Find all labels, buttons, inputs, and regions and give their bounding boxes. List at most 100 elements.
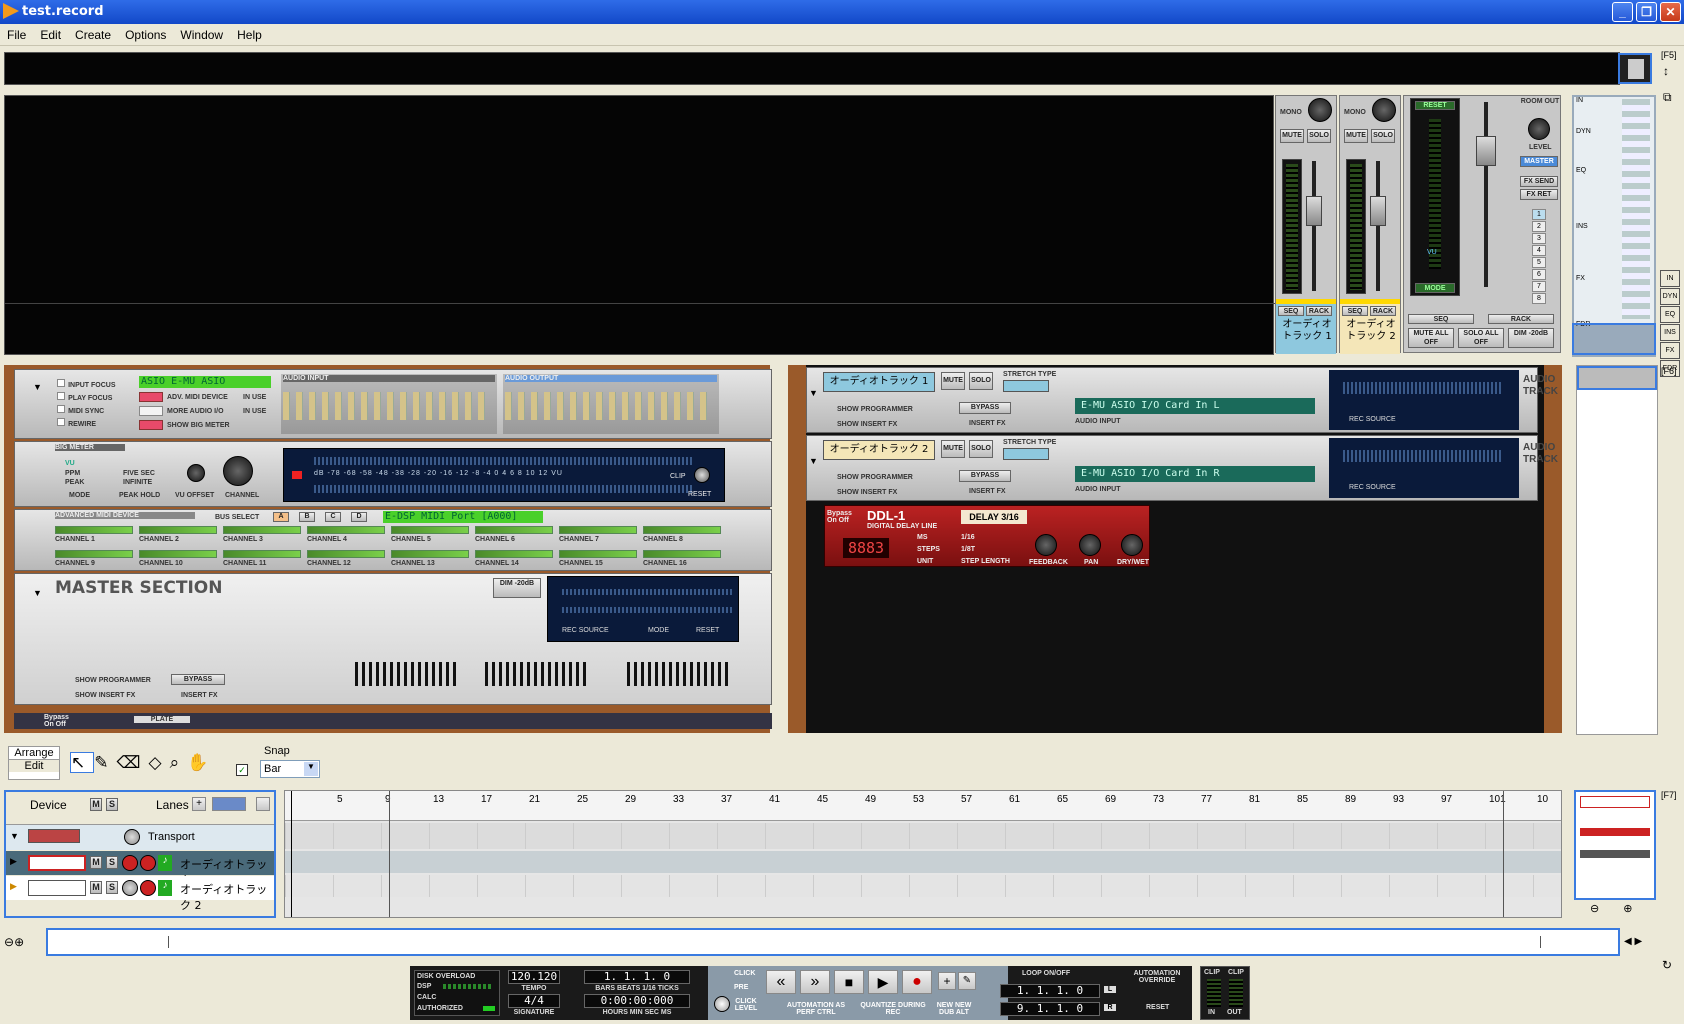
tab-in[interactable]: IN bbox=[1660, 270, 1680, 287]
tab-fx[interactable]: FX bbox=[1660, 342, 1680, 359]
loop-toggle[interactable]: LOOP ON/OFF bbox=[1022, 970, 1070, 977]
song-position-line[interactable] bbox=[291, 791, 292, 917]
tab-dyn[interactable]: DYN bbox=[1660, 288, 1680, 305]
mute-all-button[interactable]: M bbox=[90, 798, 102, 811]
new-alt-button[interactable]: ✎ bbox=[958, 972, 976, 990]
automation-perf-ctrl[interactable]: AUTOMATION AS PERF CTRL bbox=[780, 1002, 852, 1016]
lane-delete-icon[interactable] bbox=[256, 797, 270, 811]
track-row-audio-1[interactable]: ▶ M S ♪ オーディオトラック 1 bbox=[6, 851, 274, 887]
refresh-icon[interactable]: ↻ bbox=[1662, 958, 1672, 972]
midi-channel-2[interactable]: CHANNEL 2 bbox=[139, 526, 217, 546]
mute-button[interactable]: MUTE bbox=[1344, 129, 1368, 143]
close-button[interactable]: ✕ bbox=[1660, 2, 1681, 22]
sequencer-navigator[interactable] bbox=[1574, 790, 1656, 900]
zoom-in-icon[interactable]: ⊕ bbox=[14, 935, 24, 949]
bypass-button[interactable]: BYPASS bbox=[171, 674, 225, 685]
vu-offset-knob[interactable] bbox=[187, 464, 205, 482]
ruler[interactable]: 5 9 13 17 21 25 29 33 37 41 45 49 53 57 61 65 69 73 77 81 85… bbox=[285, 791, 1561, 821]
midi-channel-6[interactable]: CHANNEL 6 bbox=[475, 526, 553, 546]
zoom-out-icon[interactable]: ⊖ bbox=[1590, 903, 1599, 915]
channel-fader[interactable] bbox=[1370, 196, 1386, 226]
rack-navigator[interactable] bbox=[1576, 365, 1658, 735]
more-audio-led[interactable] bbox=[139, 406, 163, 416]
peak-hold-button[interactable]: PEAK HOLD bbox=[119, 492, 160, 499]
fx-send-4[interactable]: 4 bbox=[1532, 245, 1546, 256]
record-enable-icon[interactable] bbox=[140, 880, 156, 896]
room-out-knob[interactable] bbox=[1528, 118, 1550, 140]
edit-mode[interactable]: Edit bbox=[9, 760, 59, 772]
song-position-display[interactable]: 1. 1. 1. 0 bbox=[584, 970, 690, 984]
midi-channel-5[interactable]: CHANNEL 5 bbox=[391, 526, 469, 546]
eighth-triplet-option[interactable]: 1/8T bbox=[961, 546, 975, 553]
midi-channel-11[interactable]: CHANNEL 11 bbox=[223, 550, 301, 570]
menu-create[interactable]: Create bbox=[68, 24, 118, 42]
left-locator-button[interactable]: L bbox=[1104, 986, 1116, 993]
speaker-icon[interactable]: ♪ bbox=[158, 855, 172, 871]
pan-knob[interactable] bbox=[1372, 98, 1396, 122]
expand-icon[interactable]: ▶ bbox=[10, 856, 17, 867]
chevron-down-icon[interactable]: ▼ bbox=[304, 762, 318, 776]
track-row-transport[interactable]: ▼ Transport bbox=[6, 824, 274, 850]
collapse-icon[interactable]: ▼ bbox=[33, 382, 42, 392]
zoom-in-icon[interactable]: ⊕ bbox=[1623, 903, 1632, 915]
infinite-option[interactable]: INFINITE bbox=[123, 479, 152, 486]
master-button[interactable]: MASTER bbox=[1520, 156, 1558, 167]
tempo-display[interactable]: 120.120 bbox=[508, 970, 560, 984]
midi-channel-9[interactable]: CHANNEL 9 bbox=[55, 550, 133, 570]
bypass-button[interactable]: BYPASS bbox=[959, 470, 1011, 482]
adv-midi-led[interactable] bbox=[139, 392, 163, 402]
dry-wet-knob[interactable] bbox=[1121, 534, 1143, 556]
mute-button[interactable]: M bbox=[90, 881, 102, 894]
audio-input-select[interactable]: E-MU ASIO I/O Card In R bbox=[1075, 466, 1315, 482]
navigator-thumb[interactable] bbox=[1618, 53, 1652, 84]
midi-channel-14[interactable]: CHANNEL 14 bbox=[475, 550, 553, 570]
magnify-tool-icon[interactable]: ⌕ bbox=[170, 753, 188, 772]
collapse-icon[interactable]: ▼ bbox=[809, 456, 818, 466]
midi-channel-8[interactable]: CHANNEL 8 bbox=[643, 526, 721, 546]
vu-option[interactable]: VU bbox=[65, 460, 75, 467]
bus-a-button[interactable]: A bbox=[273, 512, 289, 522]
maximize-button[interactable]: ❐ bbox=[1636, 2, 1657, 22]
pan-knob[interactable] bbox=[1079, 534, 1101, 556]
selector-tool-icon[interactable]: ↖ bbox=[70, 752, 95, 773]
peak-option[interactable]: PEAK bbox=[65, 479, 84, 486]
stop-button[interactable]: ■ bbox=[834, 970, 864, 994]
pre-label[interactable]: PRE bbox=[734, 984, 748, 991]
mode-button[interactable]: MODE bbox=[69, 492, 90, 499]
detach-icon[interactable]: ⧉ bbox=[1663, 90, 1672, 105]
midi-channel-13[interactable]: CHANNEL 13 bbox=[391, 550, 469, 570]
signature-display[interactable]: 4/4 bbox=[508, 994, 560, 1008]
mute-button[interactable]: MUTE bbox=[941, 372, 965, 390]
five-sec-option[interactable]: FIVE SEC bbox=[123, 470, 155, 477]
rack-button[interactable]: RACK bbox=[1306, 306, 1332, 316]
channel-knob[interactable] bbox=[223, 456, 253, 486]
click-level-knob[interactable] bbox=[714, 996, 730, 1012]
master-fader[interactable] bbox=[1476, 136, 1496, 166]
pencil-tool-icon[interactable]: ✎ bbox=[94, 753, 116, 772]
arrange-edit-toggle[interactable]: Arrange Edit bbox=[8, 746, 60, 780]
big-meter-led[interactable] bbox=[139, 420, 163, 430]
bus-d-button[interactable]: D bbox=[351, 512, 367, 522]
fx-send-3[interactable]: 3 bbox=[1532, 233, 1546, 244]
reset-automation-button[interactable]: RESET bbox=[1146, 1004, 1169, 1011]
solo-button[interactable]: S bbox=[106, 881, 118, 894]
midi-channel-1[interactable]: CHANNEL 1 bbox=[55, 526, 133, 546]
speaker-icon[interactable]: ♪ bbox=[158, 880, 172, 896]
tab-eq[interactable]: EQ bbox=[1660, 306, 1680, 323]
fx-send-7[interactable]: 7 bbox=[1532, 281, 1546, 292]
meter-mode-button[interactable]: MODE bbox=[1415, 283, 1455, 293]
midi-channel-3[interactable]: CHANNEL 3 bbox=[223, 526, 301, 546]
driver-display[interactable]: ASIO E-MU ASIO bbox=[139, 376, 271, 388]
razor-tool-icon[interactable]: ◇ bbox=[149, 753, 170, 772]
ppm-option[interactable]: PPM bbox=[65, 470, 80, 477]
scroll-arrows[interactable]: ◀ ▶ bbox=[1624, 930, 1654, 954]
meter-reset-knob[interactable] bbox=[694, 467, 710, 483]
expand-icon[interactable]: ▶ bbox=[10, 881, 17, 892]
solo-all-off-button[interactable]: SOLO ALL OFF bbox=[1458, 328, 1504, 348]
mixer-navigator[interactable]: IN DYN EQ INS FX FDR bbox=[1572, 95, 1656, 357]
arrange-mode[interactable]: Arrange bbox=[9, 747, 59, 760]
pan-knob[interactable] bbox=[1308, 98, 1332, 122]
automation-icon[interactable] bbox=[124, 829, 140, 845]
midi-port-display[interactable]: E-DSP MIDI Port [A000] bbox=[383, 511, 543, 523]
fx-send-2[interactable]: 2 bbox=[1532, 221, 1546, 232]
